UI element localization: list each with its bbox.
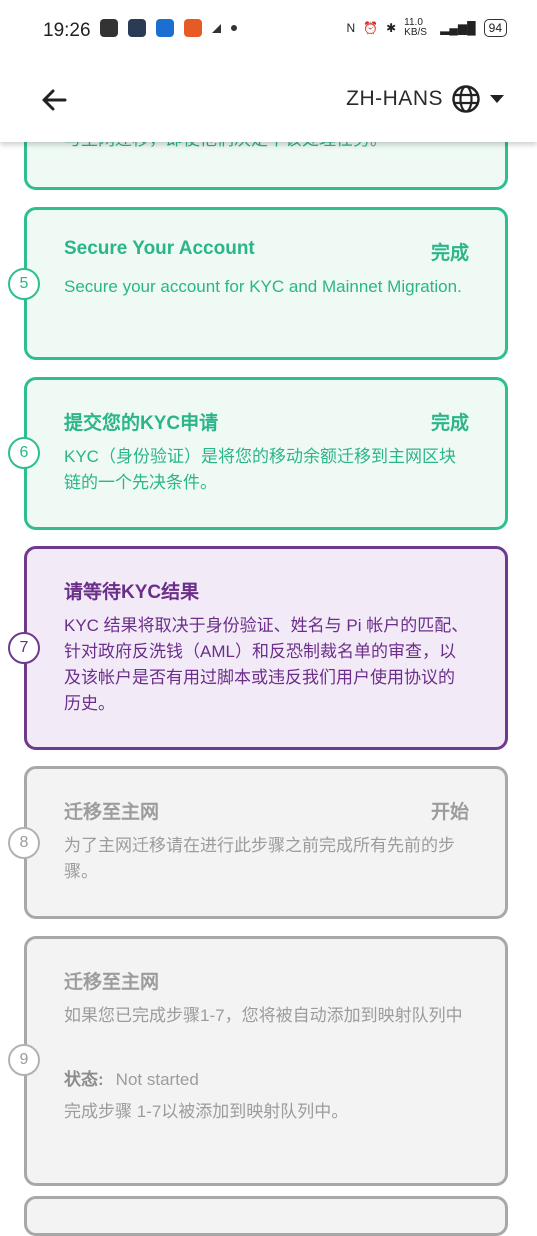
network-speed: 11.0 KB/S [404, 17, 427, 38]
step-card-6[interactable]: 提交您的KYC申请 完成 KYC（身份验证）是将您的移动余额迁移到主网区块链的一… [24, 377, 508, 530]
notification-icons [100, 19, 237, 37]
nfc-icon: N [346, 21, 356, 35]
notification-icon [100, 19, 118, 37]
chevron-down-icon [490, 95, 504, 103]
step-9-title: 迁移至主网 [64, 972, 160, 993]
notification-icon [156, 19, 174, 37]
back-arrow-icon [42, 89, 67, 111]
step-9-status-row: 状态: Not started [64, 1065, 199, 1090]
step-card-8[interactable]: 迁移至主网 开始 为了主网迁移请在进行此步骤之前完成所有先前的步骤。 [24, 766, 508, 919]
step-6-title: 提交您的KYC申请 [64, 413, 219, 434]
step-7-description: KYC 结果将取决于身份验证、姓名与 Pi 帐户的匹配、针对政府反洗钱（AML）… [64, 616, 469, 713]
app-header: ZH-HANS [0, 62, 537, 142]
language-label: ZH-HANS [346, 87, 443, 110]
step-card-7[interactable]: 请等待KYC结果 KYC 结果将取决于身份验证、姓名与 Pi 帐户的匹配、针对政… [24, 546, 508, 750]
step-9-status-label: 状态: [64, 1070, 104, 1089]
telegram-icon [212, 23, 221, 33]
step-7-title: 请等待KYC结果 [64, 582, 200, 603]
alarm-icon: ⏰ [363, 21, 379, 35]
system-icons: N ⏰ ✱ 11.0 KB/S ▂▄▆█ 94 [346, 18, 507, 38]
back-button[interactable] [38, 84, 70, 116]
step-card-9[interactable]: 迁移至主网 如果您已完成步骤1-7，您将被自动添加到映射队列中 状态: Not s… [24, 936, 508, 1186]
step-8-number-icon: 8 [8, 827, 40, 859]
step-9-note: 完成步骤 1-7以被添加到映射队列中。 [64, 1102, 349, 1121]
more-dot-icon [231, 25, 237, 31]
step-9-number-icon: 9 [8, 1044, 40, 1076]
status-time: 19:26 [43, 20, 91, 41]
battery-icon: 94 [483, 19, 507, 37]
globe-icon [452, 85, 480, 113]
step-6-number-icon: 6 [8, 437, 40, 469]
step-card-5[interactable]: Secure Your Account 完成 Secure your accou… [24, 207, 508, 360]
signal-icon: ▂▄▆█ [440, 21, 476, 35]
step-5-number-icon: 5 [8, 268, 40, 300]
step-8-description: 为了主网迁移请在进行此步骤之前完成所有先前的步骤。 [64, 836, 455, 881]
step-8-status: 开始 [430, 802, 469, 823]
step-8-title: 迁移至主网 [64, 802, 160, 823]
step-5-title: Secure Your Account [64, 238, 255, 259]
step-6-description: KYC（身份验证）是将您的移动余额迁移到主网区块链的一个先决条件。 [64, 447, 456, 492]
step-9-description: 如果您已完成步骤1-7，您将被自动添加到映射队列中 [64, 1006, 463, 1025]
bluetooth-icon: ✱ [386, 21, 397, 35]
notification-icon [128, 19, 146, 37]
step-9-status-value: Not started [115, 1070, 199, 1089]
step-7-number-icon: 7 [8, 632, 40, 664]
notification-icon [184, 19, 202, 37]
status-bar: 19:26 N ⏰ ✱ 11.0 KB/S ▂▄▆█ 94 [0, 0, 537, 62]
step-5-description: Secure your account for KYC and Mainnet … [64, 277, 462, 296]
step-card-10-partial [24, 1196, 508, 1236]
step-5-status: 完成 [430, 243, 469, 264]
language-selector[interactable]: ZH-HANS [346, 84, 505, 114]
steps-list: 与主网迁移，即使他们决定不该处理任务。 Secure Your Account … [0, 0, 537, 1236]
step-6-status: 完成 [430, 413, 469, 434]
